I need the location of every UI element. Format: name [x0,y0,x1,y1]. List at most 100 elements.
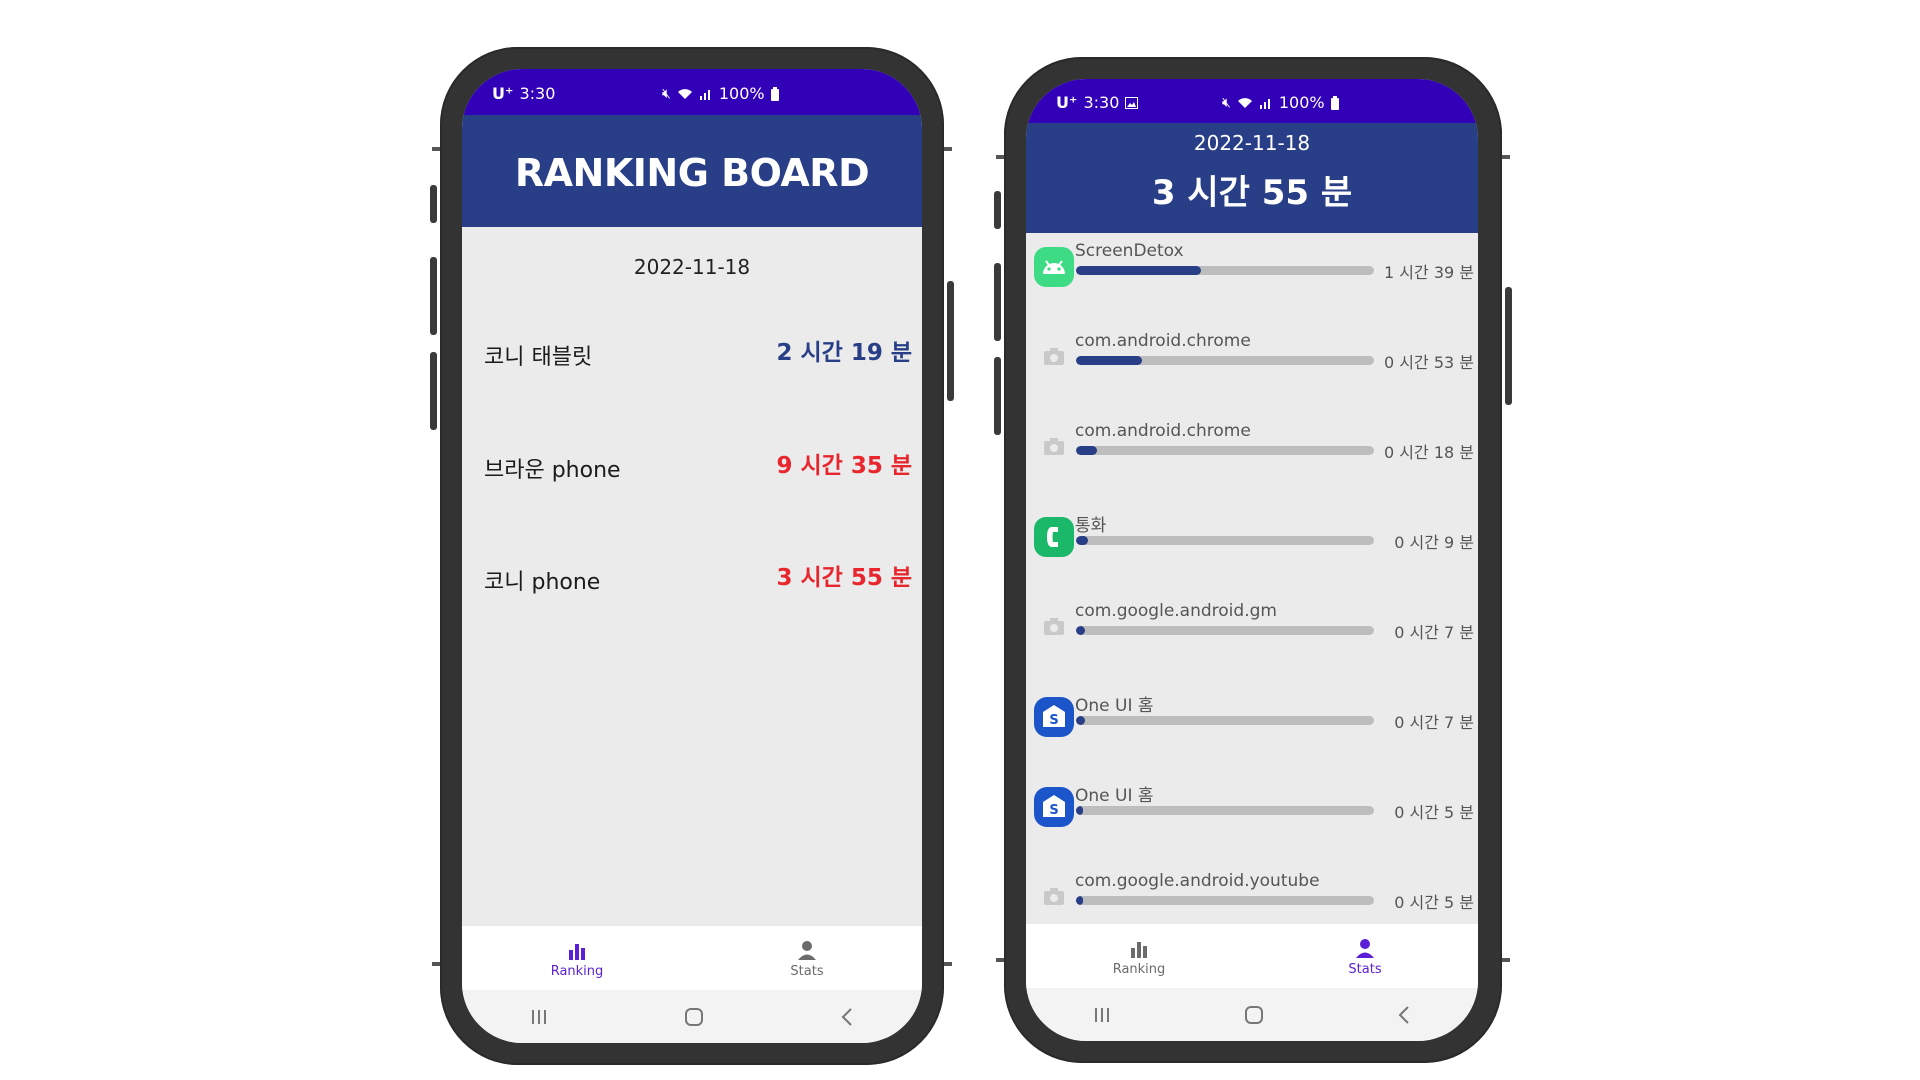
samsung-home-icon: S [1034,787,1074,827]
usage-progress-fill [1076,716,1085,725]
ranking-row[interactable]: 코니 태블릿 2 시간 19 분 [484,333,912,373]
app-usage-time: 0 시간 5 분 [1394,803,1474,822]
usage-progress-fill [1076,446,1097,455]
app-usage-row[interactable]: com.android.chrome 0 시간 18 분 [1034,419,1474,479]
home-icon[interactable] [1244,1005,1264,1025]
app-name: com.android.chrome [1075,331,1251,351]
side-button [430,185,437,223]
usage-time: 3 시간 55 분 [776,565,912,591]
app-usage-row[interactable]: com.google.android.youtube 0 시간 5 분 [1034,869,1474,929]
ranking-row[interactable]: 브라운 phone 9 시간 35 분 [484,446,912,486]
system-navigation-bar [1026,988,1478,1041]
tab-stats[interactable]: Stats [1252,924,1478,988]
app-name: com.google.android.youtube [1075,871,1320,891]
frame-dot [944,147,952,151]
usage-time: 9 시간 35 분 [776,453,912,479]
app-usage-time: 0 시간 18 분 [1384,443,1474,462]
app-name: One UI 홈 [1075,696,1154,716]
phone-frame-stats: U⁺ 3:30 🔇︎ 100% 2022-11-18 3 시간 55 분 Scr… [994,57,1512,1063]
mute-icon: 🔇︎ [1222,94,1231,111]
usage-progress-bar [1076,626,1374,635]
usage-progress-fill [1076,896,1084,905]
image-notification-icon [1125,96,1139,109]
usage-progress-bar [1076,446,1374,455]
tab-ranking[interactable]: Ranking [462,926,692,990]
app-usage-time: 0 시간 53 분 [1384,353,1474,372]
wifi-icon [1237,97,1252,108]
person-icon [797,938,817,960]
tab-ranking-label: Ranking [550,963,604,979]
bottom-navigation: Ranking Stats [462,926,922,990]
app-usage-row[interactable]: com.google.android.gm 0 시간 7 분 [1034,599,1474,659]
camera-placeholder-icon [1034,877,1074,917]
status-bar: U⁺ 3:30 🔇︎ 100% [1026,79,1478,123]
device-name: 브라운 phone [484,458,621,483]
ranking-screen: U⁺ 3:30 🔇︎ 100% RANKING BOARD 2022-11-18… [462,69,922,1043]
app-usage-time: 0 시간 5 분 [1394,893,1474,912]
android-icon [1034,247,1074,287]
recent-apps-icon[interactable] [530,1009,548,1025]
app-name: com.google.android.gm [1075,601,1277,621]
camera-placeholder-icon [1034,427,1074,467]
app-name: com.android.chrome [1075,421,1251,441]
tab-ranking-label: Ranking [1112,961,1166,977]
stats-header: 2022-11-18 3 시간 55 분 [1026,123,1478,233]
bar-chart-icon [1129,936,1149,958]
carrier-label: U⁺ [492,84,514,103]
app-usage-row[interactable]: ScreenDetox 1 시간 39 분 [1034,239,1474,299]
date-label: 2022-11-18 [633,255,751,279]
app-usage-time: 0 시간 7 분 [1394,713,1474,732]
date-label: 2022-11-18 [1193,131,1311,155]
device-name: 코니 태블릿 [484,345,593,370]
phone-frame-ranking: U⁺ 3:30 🔇︎ 100% RANKING BOARD 2022-11-18… [430,47,954,1065]
usage-progress-fill [1076,626,1085,635]
system-navigation-bar [462,990,922,1043]
svg-text:S: S [1049,713,1058,728]
bottom-navigation: Ranking Stats [1026,924,1478,988]
frame-dot [432,147,440,151]
camera-placeholder-icon [1034,337,1074,377]
frame-dot [996,958,1004,962]
usage-progress-fill [1076,356,1142,365]
samsung-home-icon: S [1034,697,1074,737]
app-usage-row[interactable]: 통화 0 시간 9 분 [1034,509,1474,569]
wifi-icon [677,88,692,99]
phone-call-icon [1034,517,1074,557]
battery-icon [1330,95,1339,110]
device-name: 코니 phone [484,570,601,595]
app-usage-row[interactable]: com.android.chrome 0 시간 53 분 [1034,329,1474,389]
app-usage-row[interactable]: S One UI 홈 0 시간 7 분 [1034,689,1474,749]
usage-progress-fill [1076,266,1202,275]
recent-apps-icon[interactable] [1093,1007,1111,1023]
battery-label: 100% [718,84,765,103]
tab-stats-label: Stats [1348,961,1382,977]
back-icon[interactable] [840,1007,854,1027]
app-usage-time: 0 시간 7 분 [1394,623,1474,642]
signal-icon [699,89,710,100]
usage-progress-fill [1076,806,1084,815]
person-icon [1355,936,1375,958]
frame-dot [432,962,440,966]
frame-dot [996,155,1004,159]
tab-ranking[interactable]: Ranking [1026,924,1252,988]
camera-placeholder-icon [1034,607,1074,647]
ranking-header: RANKING BOARD [462,115,922,227]
back-icon[interactable] [1397,1005,1411,1025]
app-usage-row[interactable]: S One UI 홈 0 시간 5 분 [1034,779,1474,839]
usage-progress-bar [1076,716,1374,725]
total-usage-time: 3 시간 55 분 [1151,173,1353,213]
usage-progress-bar [1076,536,1374,545]
bar-chart-icon [567,938,587,960]
battery-icon [770,86,779,101]
tab-stats[interactable]: Stats [692,926,922,990]
home-icon[interactable] [684,1007,704,1027]
app-name: 통화 [1075,516,1107,536]
battery-label: 100% [1278,93,1325,112]
usage-time: 2 시간 19 분 [776,340,912,366]
side-button [430,352,437,430]
power-button [1505,287,1512,405]
app-usage-time: 1 시간 39 분 [1384,263,1474,282]
power-button [947,281,954,401]
usage-progress-fill [1076,536,1088,545]
ranking-row[interactable]: 코니 phone 3 시간 55 분 [484,558,912,598]
